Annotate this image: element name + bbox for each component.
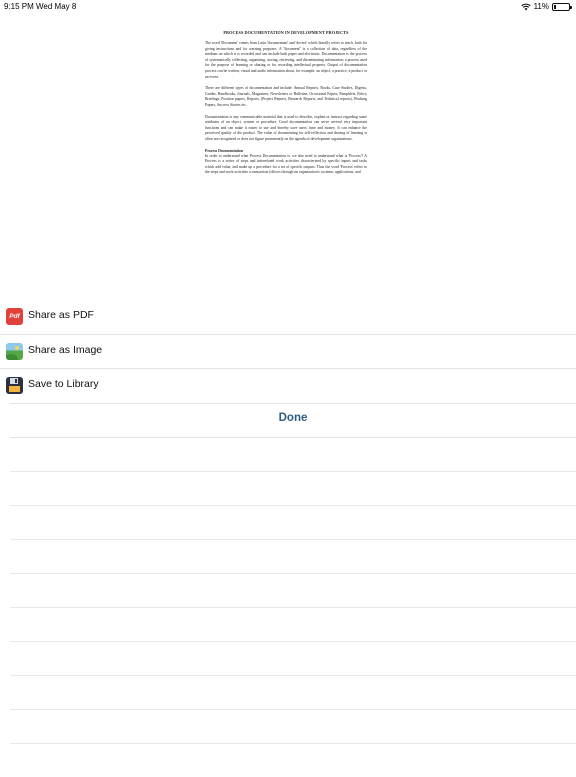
share-as-pdf-button[interactable]: Pdf Share as PDF (0, 300, 576, 335)
empty-row (10, 438, 576, 472)
done-row: Done (10, 402, 576, 438)
document-paragraph: Documentation is any communicable materi… (205, 114, 367, 141)
document-paragraph: There are different types of documentati… (205, 86, 367, 107)
document-preview: PROCESS DOCUMENTATION IN DEVELOPMENT PRO… (205, 28, 367, 286)
share-as-image-label: Share as Image (28, 343, 103, 356)
status-time: 9:15 PM (4, 2, 34, 11)
empty-row (10, 676, 576, 710)
empty-row (10, 642, 576, 676)
done-button[interactable]: Done (10, 412, 576, 424)
save-to-library-label: Save to Library (28, 378, 99, 390)
empty-row (10, 540, 576, 574)
document-paragraph: In order to understand what Process Docu… (205, 153, 367, 175)
empty-row (10, 744, 576, 777)
empty-row (10, 506, 576, 540)
floppy-disk-icon (6, 377, 23, 394)
battery-percent: 11% (533, 2, 549, 11)
empty-row (10, 472, 576, 506)
status-right: 11% (520, 2, 572, 11)
empty-row (10, 574, 576, 608)
battery-icon (552, 2, 572, 11)
status-bar: 9:15 PM Wed May 8 11% (0, 0, 576, 14)
status-date: Wed May 8 (36, 2, 77, 11)
document-paragraph: The word 'Document' comes from Latin 'do… (205, 41, 367, 79)
share-as-pdf-label: Share as PDF (28, 309, 94, 321)
wifi-icon (520, 3, 531, 10)
empty-row (10, 710, 576, 744)
document-title: PROCESS DOCUMENTATION IN DEVELOPMENT PRO… (223, 30, 349, 35)
image-icon (6, 342, 23, 360)
save-to-library-button[interactable]: Save to Library (0, 369, 576, 403)
pdf-icon: Pdf (6, 308, 23, 325)
share-as-image-button[interactable]: Share as Image (0, 335, 576, 369)
action-menu: Pdf Share as PDF Share as Image Save to … (0, 300, 576, 777)
empty-row (10, 608, 576, 642)
